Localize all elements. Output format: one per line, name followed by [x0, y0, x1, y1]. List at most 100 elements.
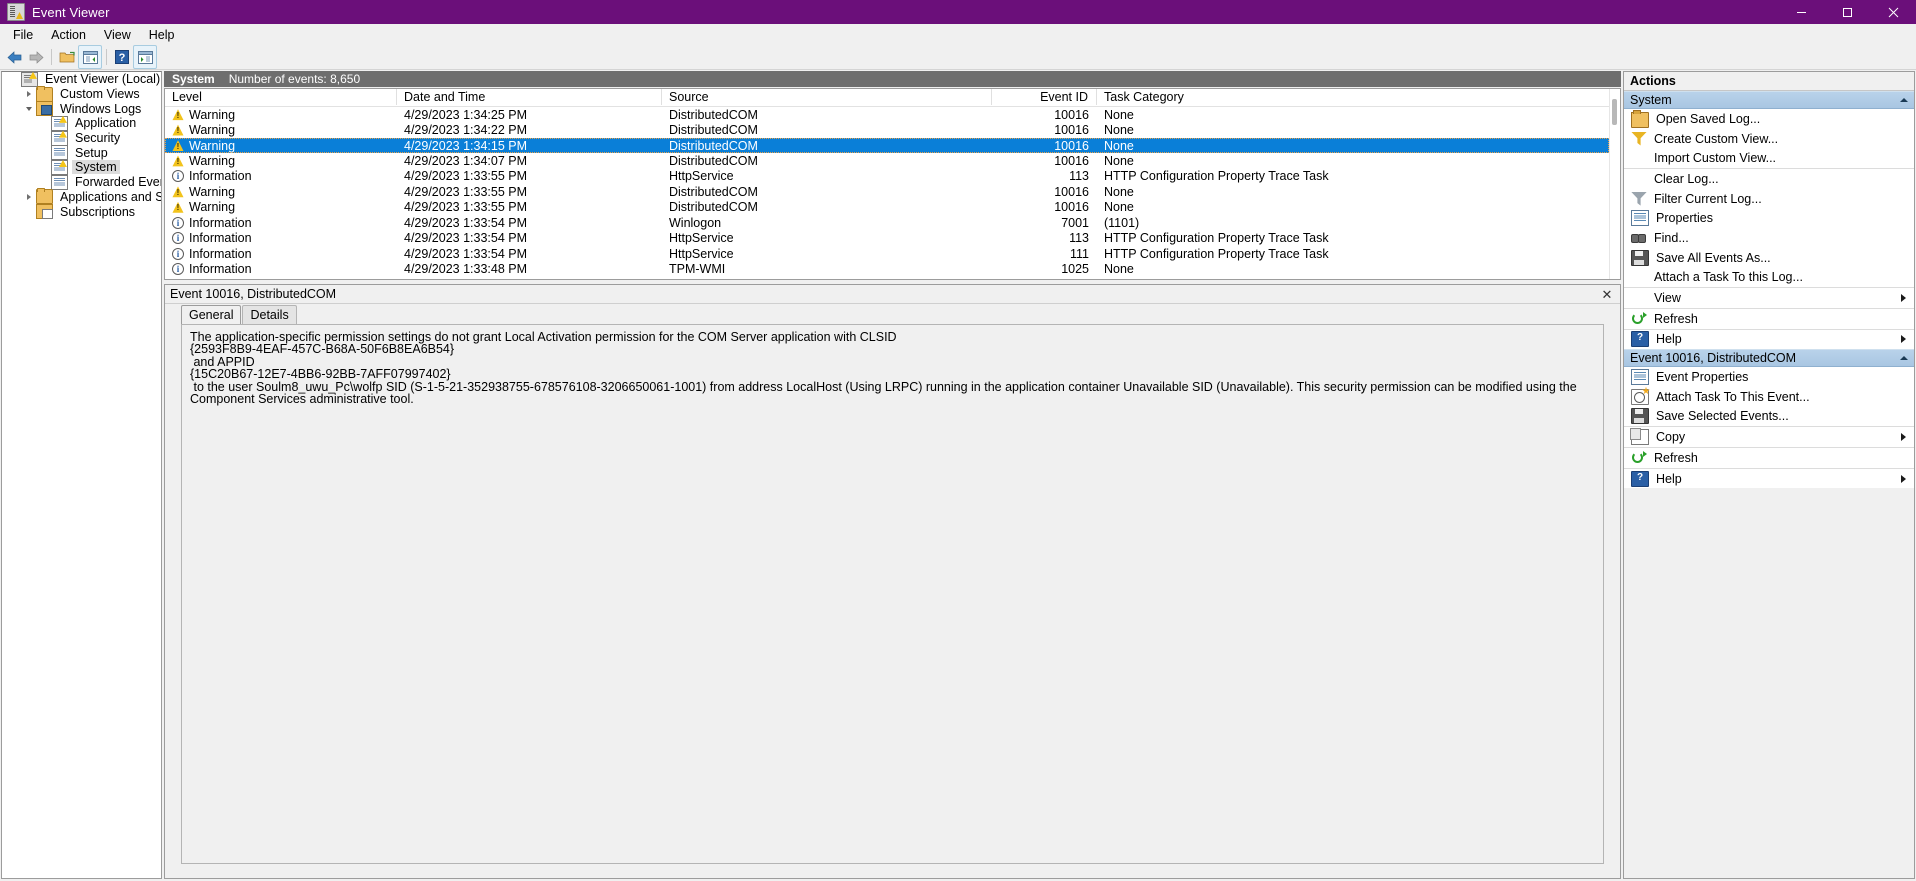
action-copy[interactable]: Copy [1624, 426, 1914, 447]
actions-list[interactable]: System Open Saved Log... Create Custom Vie… [1624, 91, 1914, 489]
show-hide-action-pane-icon[interactable] [133, 45, 157, 69]
column-header-task-category[interactable]: Task Category [1097, 89, 1609, 105]
action-label: Create Custom View... [1654, 131, 1779, 146]
column-header-event-id[interactable]: Event ID [992, 89, 1097, 105]
chevron-right-icon[interactable] [21, 91, 36, 98]
table-row[interactable]: Information 4/29/2023 1:33:55 PM HttpServi… [165, 169, 1609, 184]
tree-item-event-viewer-local[interactable]: Event Viewer (Local) [2, 72, 161, 87]
menu-file[interactable]: File [4, 26, 42, 44]
action-help[interactable]: Help [1624, 328, 1914, 350]
table-row[interactable]: Warning 4/29/2023 1:33:55 PM DistributedCO… [165, 200, 1609, 215]
cell-task-category: None [1104, 123, 1134, 138]
table-row[interactable]: Information 4/29/2023 1:33:54 PM Winlogon 7… [165, 215, 1609, 230]
cell-level: Warning [165, 154, 397, 168]
action-clear-log[interactable]: Clear Log... [1624, 168, 1914, 189]
action-refresh[interactable]: Refresh [1624, 447, 1914, 468]
menu-view[interactable]: View [95, 26, 140, 44]
tree-item-windows-logs[interactable]: Windows Logs [2, 101, 161, 117]
question-mark-icon[interactable]: ? [111, 46, 133, 68]
submenu-arrow-icon[interactable] [1901, 294, 1906, 303]
console-tree[interactable]: Event Viewer (Local) Custom Views Windows … [1, 71, 162, 879]
cell-source: DistributedCOM [669, 184, 758, 199]
close-button[interactable] [1870, 0, 1916, 24]
cell-task-category: None [1104, 200, 1134, 215]
action-save-all-events-as[interactable]: Save All Events As... [1624, 247, 1914, 268]
chevron-up-icon[interactable] [1900, 356, 1908, 361]
submenu-arrow-icon[interactable] [1901, 433, 1906, 442]
information-icon [172, 170, 184, 183]
table-row[interactable]: Information 4/29/2023 1:33:54 PM HttpServi… [165, 246, 1609, 261]
information-icon [172, 263, 184, 276]
actions-group-header[interactable]: System [1624, 91, 1914, 109]
submenu-arrow-icon[interactable] [1901, 474, 1906, 483]
table-row[interactable]: Warning 4/29/2023 1:34:25 PM DistributedCO… [165, 107, 1609, 122]
table-row[interactable]: Information 4/29/2023 1:33:48 PM TPM-WMI 10… [165, 261, 1609, 276]
show-hide-console-tree-icon[interactable] [78, 45, 102, 69]
title-bar: Event Viewer [0, 0, 1916, 24]
column-header-level[interactable]: Level [165, 89, 397, 105]
close-icon[interactable]: ✕ [1600, 287, 1614, 301]
table-row[interactable]: Warning 4/29/2023 1:34:07 PM DistributedCO… [165, 153, 1609, 168]
action-label: Attach a Task To this Log... [1654, 270, 1803, 285]
minimize-button[interactable] [1778, 0, 1824, 24]
window-title: Event Viewer [32, 4, 110, 20]
column-header-datetime[interactable]: Date and Time [397, 89, 662, 105]
tree-item-forwarded-events[interactable]: Forwarded Events [2, 174, 161, 190]
action-view[interactable]: View [1624, 287, 1914, 308]
cell-source: DistributedCOM [669, 107, 758, 122]
chevron-up-icon[interactable] [1900, 98, 1908, 102]
table-row[interactable]: Warning 4/29/2023 1:34:22 PM DistributedCO… [165, 122, 1609, 137]
cell-event-id: 10016 [1054, 138, 1089, 153]
actions-group-header[interactable]: Event 10016, DistributedCOM [1624, 349, 1914, 368]
tree-item-setup[interactable]: Setup [2, 145, 161, 161]
cell-datetime: 4/29/2023 1:34:15 PM [404, 138, 528, 153]
column-headers[interactable]: Level Date and Time Source Event ID Task Cat… [165, 89, 1609, 107]
log-icon [51, 174, 68, 190]
action-attach-a-task-to-this-log[interactable]: Attach a Task To this Log... [1624, 267, 1914, 288]
tab-details[interactable]: Details [242, 305, 297, 324]
table-row[interactable]: Information 4/29/2023 1:33:54 PM HttpServi… [165, 231, 1609, 246]
action-save-selected-events[interactable]: Save Selected Events... [1624, 406, 1914, 427]
tree-item-custom-views[interactable]: Custom Views [2, 85, 161, 102]
action-attach-task-to-this-event[interactable]: Attach Task To This Event... [1624, 386, 1914, 407]
forward-arrow-icon[interactable] [25, 46, 47, 68]
tree-item-label: Custom Views [60, 87, 140, 102]
action-import-custom-view[interactable]: Import Custom View... [1624, 148, 1914, 169]
menu-action[interactable]: Action [42, 26, 95, 44]
submenu-arrow-icon[interactable] [1901, 335, 1906, 344]
action-event-properties[interactable]: Event Properties [1624, 367, 1914, 387]
tree-item-subscriptions[interactable]: Subscriptions [2, 204, 161, 220]
action-refresh[interactable]: Refresh [1624, 307, 1914, 329]
action-help[interactable]: Help [1624, 467, 1914, 489]
action-open-saved-log[interactable]: Open Saved Log... [1624, 109, 1914, 129]
table-row[interactable]: Warning 4/29/2023 1:34:15 PM DistributedCO… [165, 137, 1609, 154]
cell-source: HttpService [669, 169, 734, 184]
tree-item-label: Event Viewer (Local) [45, 72, 161, 87]
event-rows[interactable]: Warning 4/29/2023 1:34:25 PM DistributedCO… [165, 107, 1609, 279]
cell-task-category: HTTP Configuration Property Trace Task [1104, 231, 1329, 246]
tab-general[interactable]: General [181, 305, 242, 324]
tree-item-applications-and-services-lo[interactable]: Applications and Services Lo [2, 188, 161, 205]
chevron-down-icon[interactable] [21, 106, 36, 111]
event-list-scrollbar[interactable] [1609, 89, 1620, 279]
table-row[interactable]: Warning 4/29/2023 1:33:55 PM DistributedCO… [165, 184, 1609, 199]
detail-tabs[interactable]: General Details [165, 304, 1620, 324]
action-find[interactable]: Find... [1624, 228, 1914, 248]
open-folder-icon[interactable] [56, 46, 78, 68]
action-filter-current-log[interactable]: Filter Current Log... [1624, 188, 1914, 209]
menu-help[interactable]: Help [140, 26, 184, 44]
column-header-source[interactable]: Source [662, 89, 992, 105]
maximize-button[interactable] [1824, 0, 1870, 24]
back-arrow-icon[interactable] [3, 46, 25, 68]
tree-item-system[interactable]: System [2, 159, 161, 175]
tree-item-security[interactable]: Security [2, 130, 161, 146]
action-label: Save Selected Events... [1656, 409, 1789, 424]
menu-bar: File Action View Help [0, 24, 1916, 45]
tree-item-application[interactable]: Application [2, 115, 161, 131]
scrollbar-thumb[interactable] [1612, 99, 1617, 125]
action-create-custom-view[interactable]: Create Custom View... [1624, 128, 1914, 149]
cell-task-category: None [1104, 138, 1134, 153]
chevron-right-icon[interactable] [21, 193, 36, 200]
action-properties[interactable]: Properties [1624, 208, 1914, 229]
warning-icon [172, 140, 184, 151]
